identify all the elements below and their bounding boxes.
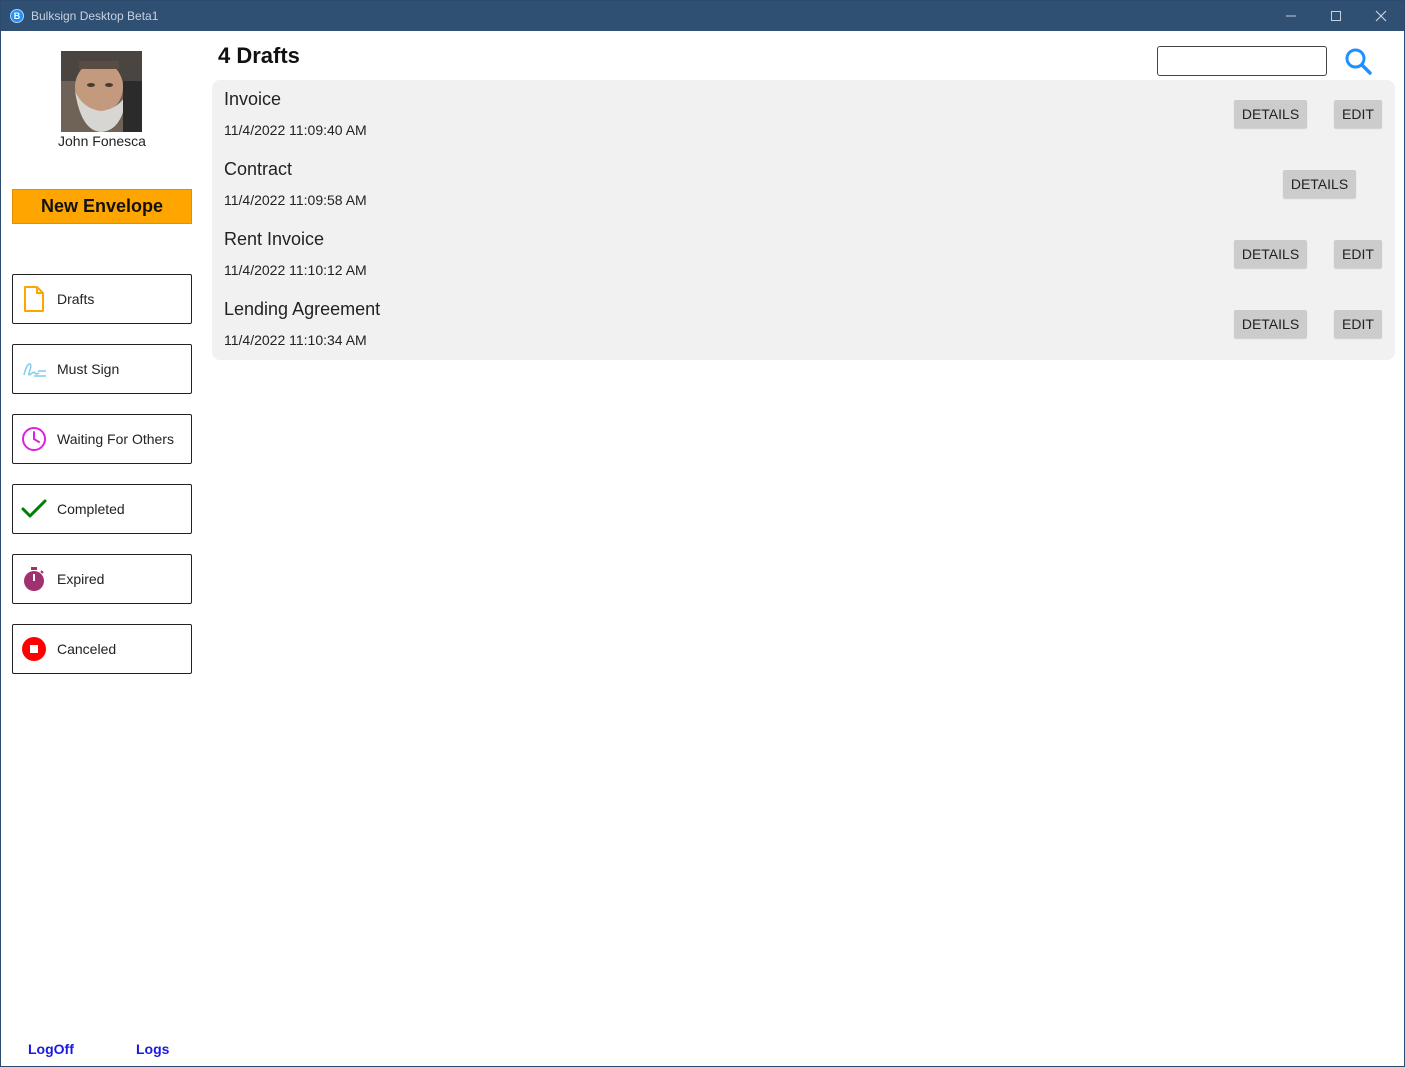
draft-date: 11/4/2022 11:10:12 AM	[224, 262, 367, 278]
draft-date: 11/4/2022 11:09:58 AM	[224, 192, 367, 208]
logoff-link[interactable]: LogOff	[28, 1041, 74, 1057]
details-button[interactable]: DETAILS	[1234, 100, 1307, 128]
list-item: Contract 11/4/2022 11:09:58 AM DETAILS	[212, 150, 1395, 220]
page-title: 4 Drafts	[218, 43, 300, 68]
stopwatch-icon	[21, 566, 47, 592]
draft-name: Lending Agreement	[224, 299, 381, 319]
nav-must-sign-label: Must Sign	[57, 361, 120, 377]
user-name: John Fonesca	[58, 133, 146, 149]
nav-completed-button[interactable]: Completed	[12, 484, 192, 534]
draft-name: Contract	[224, 159, 293, 179]
minimize-button[interactable]	[1268, 1, 1314, 31]
title-bar[interactable]: B Bulksign Desktop Beta1	[1, 1, 1404, 31]
search-button[interactable]	[1343, 46, 1373, 76]
nav-completed-label: Completed	[57, 501, 125, 517]
minimize-icon	[1286, 15, 1296, 17]
nav-must-sign-button[interactable]: Must Sign	[12, 344, 192, 394]
list-item: Lending Agreement 11/4/2022 11:10:34 AM …	[212, 290, 1395, 360]
list-item: Rent Invoice 11/4/2022 11:10:12 AM DETAI…	[212, 220, 1395, 290]
draft-date: 11/4/2022 11:10:34 AM	[224, 332, 367, 348]
logs-link[interactable]: Logs	[136, 1041, 169, 1057]
edit-button[interactable]: EDIT	[1334, 240, 1382, 268]
nav-canceled-button[interactable]: Canceled	[12, 624, 192, 674]
edit-button[interactable]: EDIT	[1334, 100, 1382, 128]
list-item: Invoice 11/4/2022 11:09:40 AM DETAILS ED…	[212, 80, 1395, 150]
nav-waiting-button[interactable]: Waiting For Others	[12, 414, 192, 464]
details-button[interactable]: DETAILS	[1234, 310, 1307, 338]
app-logo-icon: B	[10, 9, 24, 23]
search-input[interactable]	[1157, 46, 1327, 76]
draft-name: Invoice	[224, 89, 282, 109]
avatar	[61, 51, 142, 132]
drafts-list: Invoice 11/4/2022 11:09:40 AM DETAILS ED…	[212, 80, 1395, 360]
draft-name: Rent Invoice	[224, 229, 325, 249]
maximize-icon	[1331, 11, 1341, 21]
nav-drafts-label: Drafts	[57, 291, 95, 307]
nav-drafts-button[interactable]: Drafts	[12, 274, 192, 324]
app-window: B Bulksign Desktop Beta1 John Fonesca Ne…	[0, 0, 1405, 1067]
stop-icon	[21, 636, 47, 662]
user-photo	[61, 51, 142, 132]
draft-date: 11/4/2022 11:09:40 AM	[224, 122, 367, 138]
window-title: Bulksign Desktop Beta1	[31, 9, 159, 23]
nav-waiting-label: Waiting For Others	[57, 431, 174, 447]
nav-expired-button[interactable]: Expired	[12, 554, 192, 604]
new-envelope-button[interactable]: New Envelope	[12, 189, 192, 224]
close-button[interactable]	[1358, 1, 1404, 31]
search-icon	[1345, 48, 1372, 75]
details-button[interactable]: DETAILS	[1283, 170, 1356, 198]
nav-expired-label: Expired	[57, 571, 105, 587]
details-button[interactable]: DETAILS	[1234, 240, 1307, 268]
edit-button[interactable]: EDIT	[1334, 310, 1382, 338]
close-icon	[1375, 10, 1387, 22]
checkmark-icon	[21, 496, 47, 522]
maximize-button[interactable]	[1313, 1, 1359, 31]
nav-canceled-label: Canceled	[57, 641, 117, 657]
signature-icon	[21, 356, 47, 382]
clock-icon	[21, 426, 47, 452]
document-icon	[21, 286, 47, 312]
